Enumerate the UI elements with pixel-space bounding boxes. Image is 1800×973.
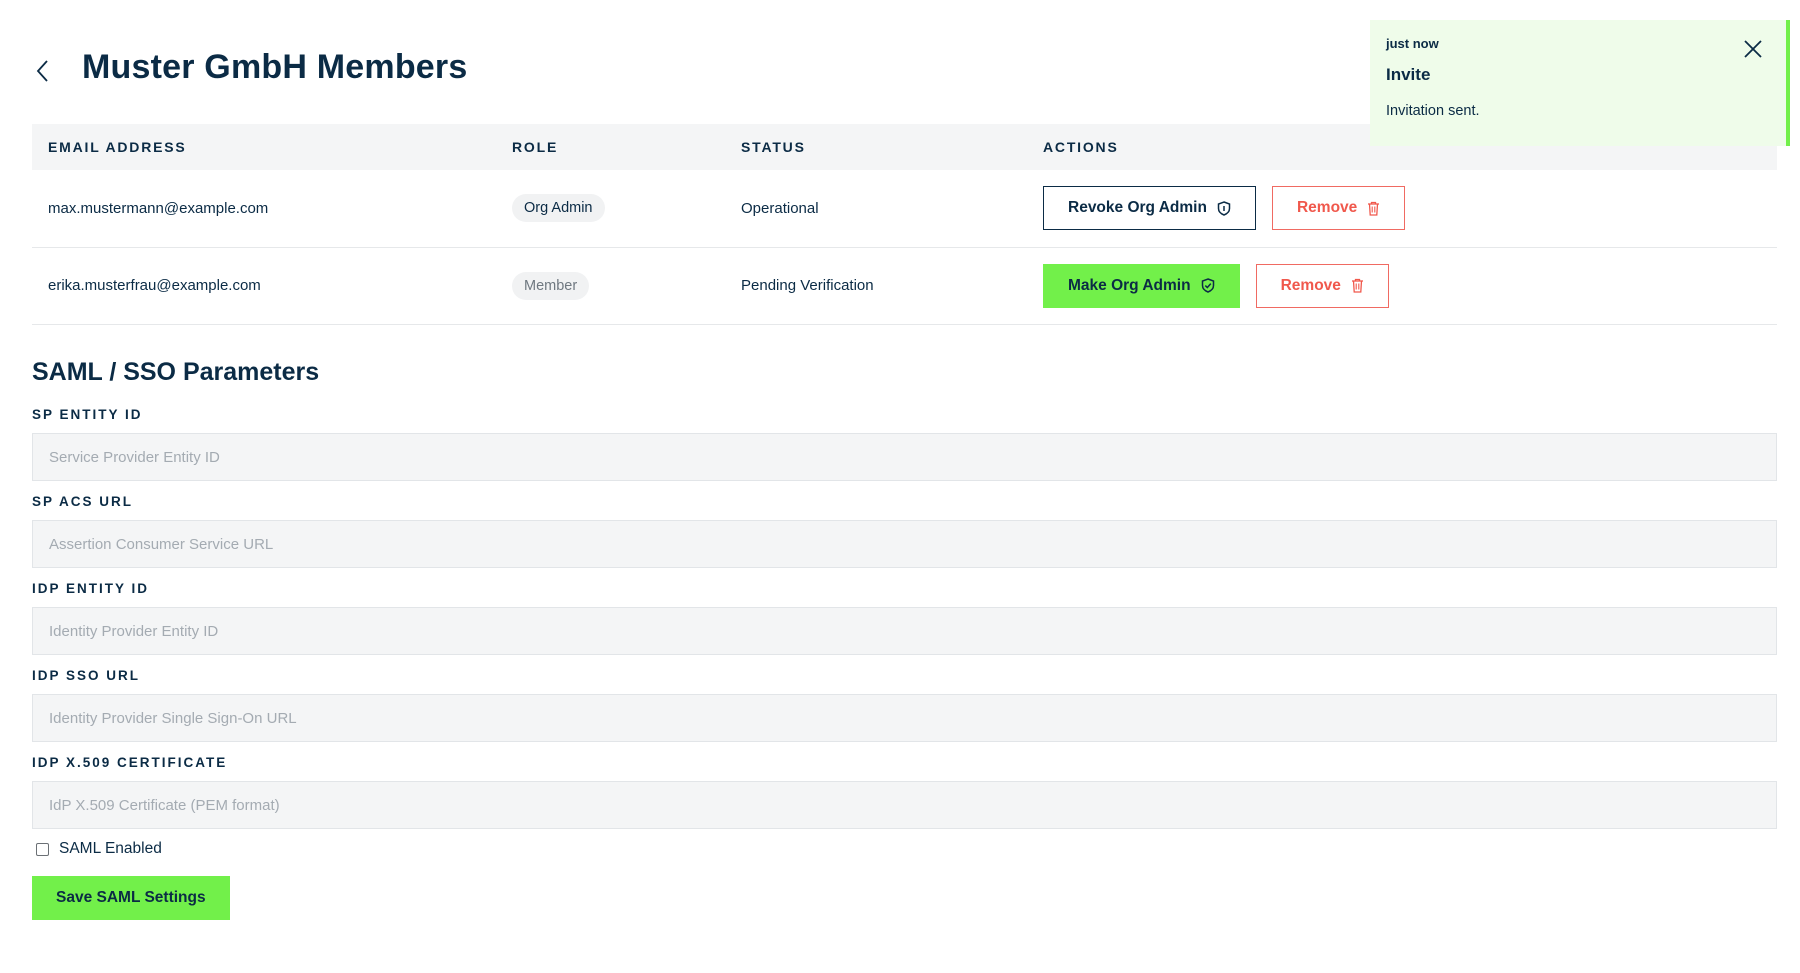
idp-certificate-label: IDP X.509 CERTIFICATE	[32, 755, 228, 770]
idp-entity-id-label: IDP ENTITY ID	[32, 581, 150, 596]
table-row: erika.musterfrau@example.com Member Pend…	[32, 247, 1777, 325]
remove-member-button[interactable]: Remove	[1271, 186, 1406, 231]
toast-message: Invitation sent.	[1386, 103, 1480, 119]
trash-icon	[1368, 201, 1380, 216]
page-header: Muster GmbH Members	[32, 48, 467, 87]
row-actions: Make Org Admin Remove	[1043, 263, 1777, 308]
member-email: max.mustermann@example.com	[32, 170, 496, 248]
saml-enabled-row: SAML Enabled	[36, 840, 162, 858]
button-label: Remove	[1280, 276, 1341, 294]
column-header-role: ROLE	[512, 139, 559, 155]
save-saml-settings-button[interactable]: Save SAML Settings	[32, 876, 230, 920]
back-button[interactable]	[32, 56, 54, 86]
shield-check-icon	[1201, 278, 1214, 293]
members-page: Muster GmbH Members EMAIL ADDRESS ROLE S…	[0, 0, 1800, 973]
sp-entity-id-input[interactable]	[32, 433, 1777, 481]
saml-section-title: SAML / SSO Parameters	[32, 358, 320, 386]
idp-certificate-input[interactable]	[32, 781, 1777, 829]
button-label: Make Org Admin	[1068, 276, 1191, 294]
saml-enabled-checkbox[interactable]	[36, 842, 49, 856]
idp-entity-id-input[interactable]	[32, 607, 1777, 655]
idp-sso-url-label: IDP SSO URL	[32, 668, 141, 683]
make-org-admin-button[interactable]: Make Org Admin	[1043, 263, 1240, 308]
toast-timestamp: just now	[1386, 36, 1439, 51]
members-table: EMAIL ADDRESS ROLE STATUS ACTIONS max.mu…	[32, 124, 1777, 325]
revoke-org-admin-button[interactable]: Revoke Org Admin	[1043, 186, 1256, 231]
role-badge: Org Admin	[512, 194, 605, 223]
column-header-status: STATUS	[741, 139, 806, 155]
button-label: Revoke Org Admin	[1068, 199, 1207, 217]
column-header-email: EMAIL ADDRESS	[48, 139, 187, 155]
page-title: Muster GmbH Members	[82, 48, 468, 86]
member-status: Pending Verification	[725, 247, 1027, 325]
remove-member-button[interactable]: Remove	[1255, 263, 1389, 308]
trash-icon	[1351, 278, 1363, 293]
row-actions: Revoke Org Admin Remove	[1043, 186, 1777, 231]
chevron-left-icon	[36, 59, 48, 82]
member-email: erika.musterfrau@example.com	[32, 247, 496, 325]
member-status: Operational	[725, 170, 1027, 248]
button-label: Remove	[1296, 199, 1358, 217]
toast-close-button[interactable]	[1742, 38, 1764, 60]
shield-icon	[1217, 200, 1231, 216]
idp-sso-url-input[interactable]	[32, 694, 1777, 742]
sp-acs-url-label: SP ACS URL	[32, 494, 134, 509]
sp-acs-url-input[interactable]	[32, 520, 1777, 568]
table-row: max.mustermann@example.com Org Admin Ope…	[32, 170, 1777, 248]
close-icon	[1744, 40, 1762, 58]
sp-entity-id-label: SP ENTITY ID	[32, 407, 143, 422]
saml-enabled-label: SAML Enabled	[59, 840, 162, 857]
role-badge: Member	[512, 271, 590, 300]
toast-title: Invite	[1386, 65, 1431, 84]
notification-toast: just now Invite Invitation sent.	[1370, 20, 1790, 146]
